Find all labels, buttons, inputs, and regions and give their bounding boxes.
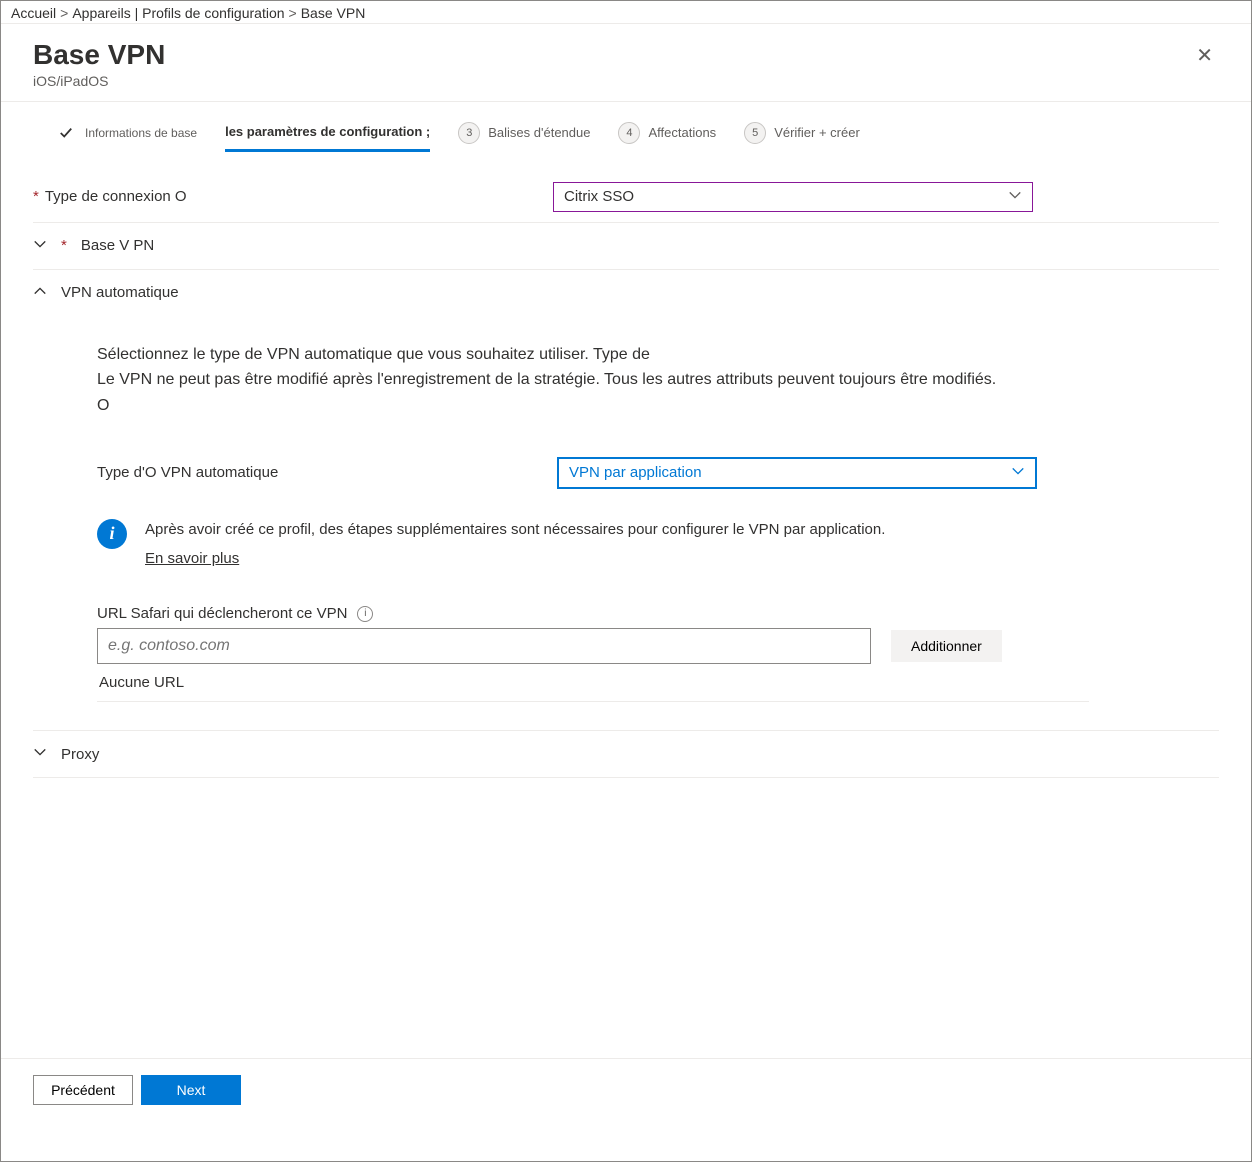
breadcrumb-devices[interactable]: Appareils | Profils de configuration <box>72 5 284 21</box>
info-text: Après avoir créé ce profil, des étapes s… <box>145 519 885 541</box>
step-basics[interactable]: Informations de base <box>55 122 197 144</box>
auto-vpn-type-label: Type d'O VPN automatique <box>97 464 278 481</box>
step-label: Balises d'étendue <box>488 125 590 140</box>
section-title: VPN automatique <box>61 284 179 301</box>
chevron-down-icon <box>33 237 47 255</box>
breadcrumb-home[interactable]: Accueil <box>11 5 56 21</box>
step-label: Affectations <box>648 125 716 140</box>
automatic-vpn-body: Sélectionnez le type de VPN automatique … <box>33 316 1219 703</box>
step-label: les paramètres de configuration ; <box>225 124 430 139</box>
wizard-steps: Informations de base les paramètres de c… <box>33 122 1219 144</box>
learn-more-link[interactable]: En savoir plus <box>145 550 885 567</box>
chevron-down-icon <box>1008 188 1022 206</box>
wizard-footer: Précédent Next <box>1 1058 1251 1161</box>
breadcrumb-sep: > <box>60 5 68 21</box>
auto-vpn-desc-line1: Sélectionnez le type de VPN automatique … <box>97 342 997 368</box>
step-scope-tags[interactable]: 3 Balises d'étendue <box>458 122 590 144</box>
step-label: Informations de base <box>85 126 197 140</box>
next-button[interactable]: Next <box>141 1075 241 1105</box>
no-urls-message: Aucune URL <box>97 664 1089 702</box>
close-icon[interactable]: ✕ <box>1190 40 1219 72</box>
step-review-create[interactable]: 5 Vérifier + créer <box>744 122 860 144</box>
select-value: Citrix SSO <box>564 188 634 205</box>
add-url-button[interactable]: Additionner <box>891 630 1002 662</box>
connection-type-label: Type de connexion O <box>45 188 187 205</box>
safari-url-input[interactable] <box>97 628 871 664</box>
page-subtitle: iOS/iPadOS <box>33 73 165 89</box>
breadcrumb-current: Base VPN <box>301 5 366 21</box>
chevron-down-icon <box>33 745 47 763</box>
section-automatic-vpn[interactable]: VPN automatique <box>33 270 1219 316</box>
step-config-settings[interactable]: les paramètres de configuration ; <box>225 124 430 152</box>
section-proxy[interactable]: Proxy <box>33 731 1219 778</box>
breadcrumb-sep: > <box>289 5 297 21</box>
required-marker: * <box>33 189 39 204</box>
info-icon: i <box>97 519 127 549</box>
connection-type-select[interactable]: Citrix SSO <box>553 182 1033 212</box>
section-title: Base V PN <box>81 237 154 254</box>
check-icon <box>55 122 77 144</box>
info-icon[interactable]: i <box>357 606 373 622</box>
page-title: Base VPN <box>33 40 165 71</box>
auto-vpn-type-select[interactable]: VPN par application <box>557 457 1037 489</box>
page-header: Base VPN iOS/iPadOS ✕ <box>1 24 1251 102</box>
step-number: 5 <box>744 122 766 144</box>
auto-vpn-type-row: Type d'O VPN automatique VPN par applica… <box>97 447 1219 499</box>
step-number: 3 <box>458 122 480 144</box>
step-label: Vérifier + créer <box>774 125 860 140</box>
section-base-vpn[interactable]: * Base V PN <box>33 223 1219 270</box>
step-number: 4 <box>618 122 640 144</box>
required-marker: * <box>61 237 67 254</box>
chevron-down-icon <box>1011 464 1025 482</box>
auto-vpn-desc-line2: Le VPN ne peut pas être modifié après l'… <box>97 367 997 418</box>
chevron-up-icon <box>33 284 47 302</box>
safari-urls-label: URL Safari qui déclencheront ce VPN <box>97 605 347 622</box>
previous-button[interactable]: Précédent <box>33 1075 133 1105</box>
section-title: Proxy <box>61 746 99 763</box>
connection-type-row: * Type de connexion O Citrix SSO <box>33 172 1219 223</box>
select-value: VPN par application <box>569 464 702 481</box>
step-assignments[interactable]: 4 Affectations <box>618 122 716 144</box>
per-app-vpn-info: i Après avoir créé ce profil, des étapes… <box>97 515 1219 572</box>
breadcrumb: Accueil > Appareils | Profils de configu… <box>1 1 1251 24</box>
